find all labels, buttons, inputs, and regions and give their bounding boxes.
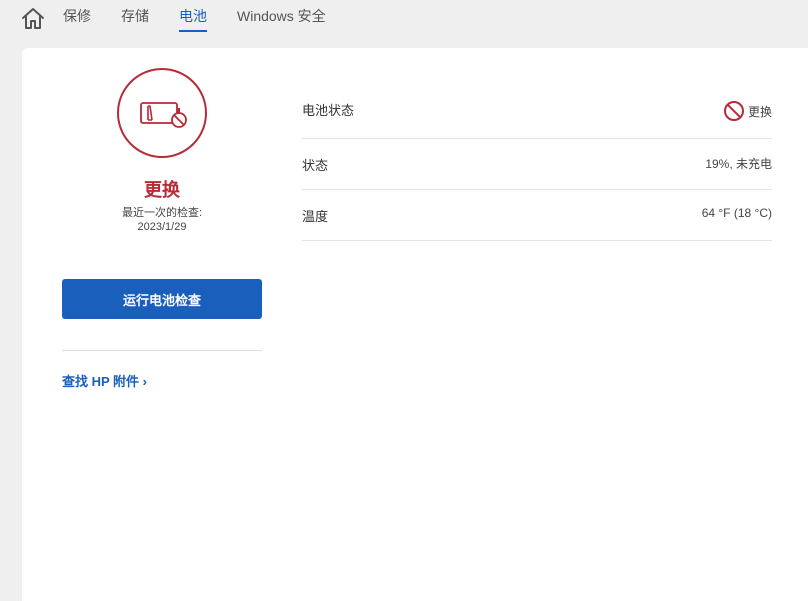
- battery-health-text: 更换: [747, 104, 772, 119]
- last-check-info: 最近一次的检查: 2023/1/29: [62, 206, 262, 234]
- battery-card: 更换 最近一次的检查: 2023/1/29 运行电池检查 查找 HP 附件 › …: [22, 48, 808, 601]
- top-navigation: 保修 存储 电池 Windows 安全: [0, 0, 808, 40]
- divider: [62, 350, 262, 351]
- table-row: 温度 64 °F (18 °C): [302, 190, 772, 241]
- table-row: 状态 19%, 未充电: [302, 139, 772, 190]
- temperature-label: 温度: [302, 209, 329, 224]
- battery-health-label: 电池状态: [302, 103, 355, 118]
- battery-health-value: 更换: [723, 100, 772, 122]
- table-row: 电池状态 更换: [302, 88, 772, 139]
- find-hp-accessories-link[interactable]: 查找 HP 附件 ›: [62, 371, 147, 390]
- status-value: 19%, 未充电: [705, 157, 772, 171]
- last-check-date: 2023/1/29: [137, 221, 187, 233]
- status-label: 状态: [302, 158, 329, 173]
- tab-warranty[interactable]: 保修: [63, 6, 91, 30]
- temperature-value: 64 °F (18 °C): [701, 206, 772, 220]
- last-check-label: 最近一次的检查:: [121, 207, 203, 219]
- battery-status-badge: [117, 68, 207, 158]
- prohibited-icon: [723, 101, 744, 121]
- tab-storage[interactable]: 存储: [121, 6, 149, 30]
- battery-status-title: 更换: [144, 180, 180, 200]
- tab-battery[interactable]: 电池: [179, 6, 207, 32]
- tab-windows-security[interactable]: Windows 安全: [237, 6, 326, 30]
- run-battery-check-button[interactable]: 运行电池检查: [62, 279, 262, 319]
- battery-details-table: 电池状态 更换 状态 19%, 未充电 温度 64 °F (18 °C): [302, 88, 772, 241]
- battery-alert-icon: [140, 102, 187, 128]
- home-icon[interactable]: [20, 5, 46, 31]
